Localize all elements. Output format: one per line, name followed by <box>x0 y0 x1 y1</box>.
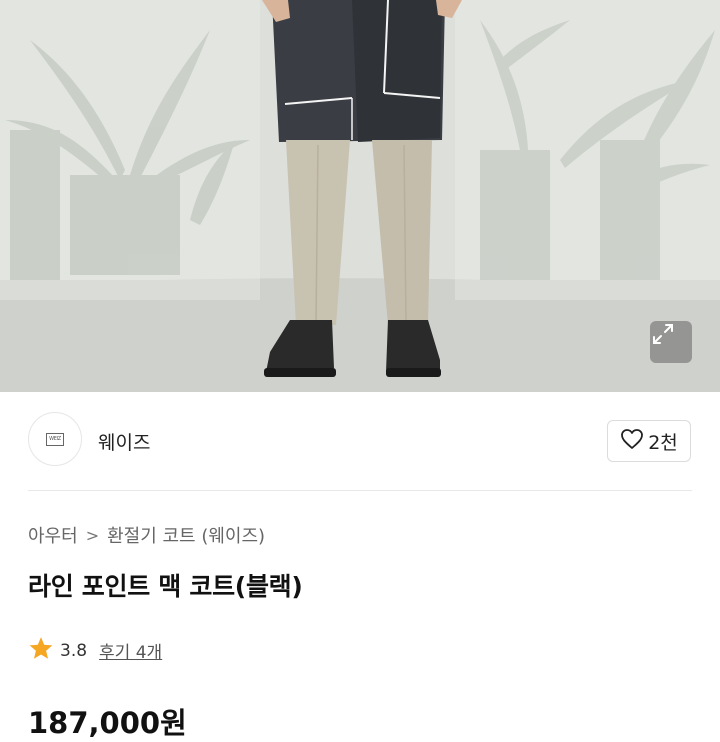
brand-logo-text: WEIZ <box>49 435 61 442</box>
review-link[interactable]: 후기 4개 <box>99 638 162 663</box>
star-icon <box>28 636 54 665</box>
breadcrumb-subcategory[interactable]: 환절기 코트 (웨이즈) <box>107 522 265 548</box>
product-title: 라인 포인트 맥 코트(블랙) <box>28 572 303 601</box>
rating-value: 3.8 <box>60 640 88 661</box>
product-photo <box>0 0 720 392</box>
rating: 3.8 후기 4개 <box>28 636 162 665</box>
expand-image-button[interactable] <box>650 321 692 363</box>
brand-logo-mark: WEIZ <box>46 432 64 446</box>
breadcrumb: 아우터 > 환절기 코트 (웨이즈) <box>28 522 265 548</box>
product-image[interactable] <box>0 0 720 392</box>
brand-name[interactable]: 웨이즈 <box>98 428 150 455</box>
chevron-right-icon: > <box>85 525 100 545</box>
price: 187,000원 <box>28 706 187 740</box>
brand-logo[interactable]: WEIZ <box>28 412 82 466</box>
like-count: 2천 <box>648 431 678 454</box>
like-button[interactable]: 2천 <box>607 420 691 462</box>
brand-row: WEIZ 웨이즈 2천 <box>0 392 720 490</box>
heart-outline-icon <box>620 428 644 454</box>
breadcrumb-category[interactable]: 아우터 <box>28 522 78 548</box>
divider <box>28 490 692 491</box>
